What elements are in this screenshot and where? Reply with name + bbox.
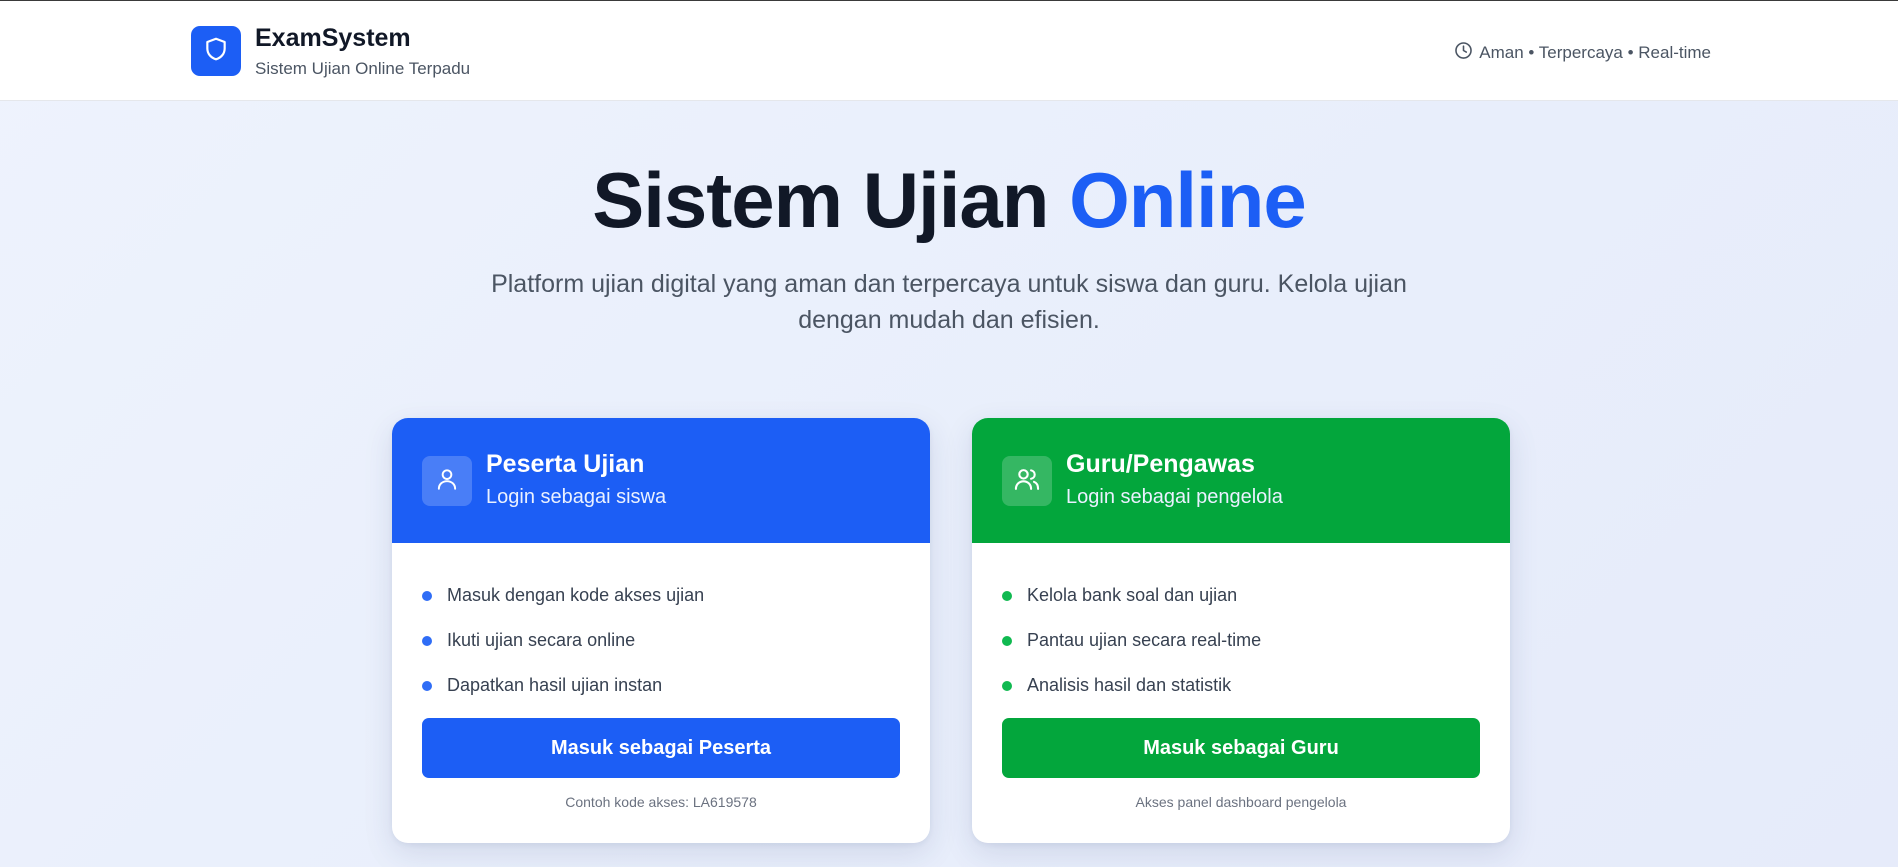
logo[interactable] [191, 26, 241, 76]
feature-text: Masuk dengan kode akses ujian [447, 585, 705, 605]
tagline-text: Aman • Terpercaya • Real-time [1479, 43, 1711, 62]
student-card-subtitle: Login sebagai siswa [486, 486, 667, 508]
feature-text: Kelola bank soal dan ujian [1027, 585, 1238, 605]
title-accent: Online [1069, 156, 1307, 244]
teacher-card-title: Guru/Pengawas [1066, 450, 1255, 478]
list-item: Kelola bank soal dan ujian [1002, 573, 1261, 618]
bullet-dot [422, 590, 432, 601]
bullet-dot [1002, 590, 1012, 601]
bullet-dot [1002, 635, 1012, 646]
list-item: Pantau ujian secara real-time [1002, 618, 1261, 663]
teacher-card-subtitle: Login sebagai pengelola [1066, 486, 1283, 508]
teacher-card-note: Akses panel dashboard pengelola [1135, 794, 1347, 810]
student-login-card: Peserta Ujian Login sebagai siswa Masuk … [392, 418, 930, 843]
teacher-icon-box [1002, 456, 1052, 506]
users-icon [1013, 465, 1041, 498]
student-card-header: Peserta Ujian Login sebagai siswa [392, 418, 930, 543]
list-item: Analisis hasil dan statistik [1002, 663, 1261, 708]
bullet-dot [422, 680, 432, 691]
app-header: ExamSystem Sistem Ujian Online Terpadu A… [0, 1, 1898, 101]
page-subtitle: Platform ujian digital yang aman dan ter… [491, 270, 1407, 334]
list-item: Ikuti ujian secara online [422, 618, 704, 663]
bullet-dot [422, 635, 432, 646]
bullet-dot [1002, 680, 1012, 691]
teacher-login-button[interactable]: Masuk sebagai Guru [1002, 718, 1480, 778]
student-icon-box [422, 456, 472, 506]
title-main: Sistem Ujian [592, 156, 1070, 244]
student-card-title: Peserta Ujian [486, 450, 645, 478]
list-item: Masuk dengan kode akses ujian [422, 573, 704, 618]
list-item: Dapatkan hasil ujian instan [422, 663, 704, 708]
teacher-feature-list: Kelola bank soal dan ujian Pantau ujian … [1002, 573, 1261, 708]
teacher-login-card: Guru/Pengawas Login sebagai pengelola Ke… [972, 418, 1510, 843]
header-tagline: Aman • Terpercaya • Real-time [1454, 41, 1711, 65]
clock-icon [1454, 41, 1473, 65]
brand-subtitle: Sistem Ujian Online Terpadu [255, 59, 471, 78]
user-icon [434, 466, 460, 497]
feature-text: Pantau ujian secara real-time [1027, 630, 1262, 650]
brand-title: ExamSystem [255, 24, 411, 52]
student-feature-list: Masuk dengan kode akses ujian Ikuti ujia… [422, 573, 704, 708]
shield-icon [203, 36, 229, 67]
teacher-card-header: Guru/Pengawas Login sebagai pengelola [972, 418, 1510, 543]
feature-text: Ikuti ujian secara online [447, 630, 636, 650]
feature-text: Dapatkan hasil ujian instan [447, 675, 663, 695]
student-login-button[interactable]: Masuk sebagai Peserta [422, 718, 900, 778]
student-card-note: Contoh kode akses: LA619578 [565, 794, 757, 810]
page-title: Sistem Ujian Online [0, 155, 1898, 246]
feature-text: Analisis hasil dan statistik [1027, 675, 1232, 695]
